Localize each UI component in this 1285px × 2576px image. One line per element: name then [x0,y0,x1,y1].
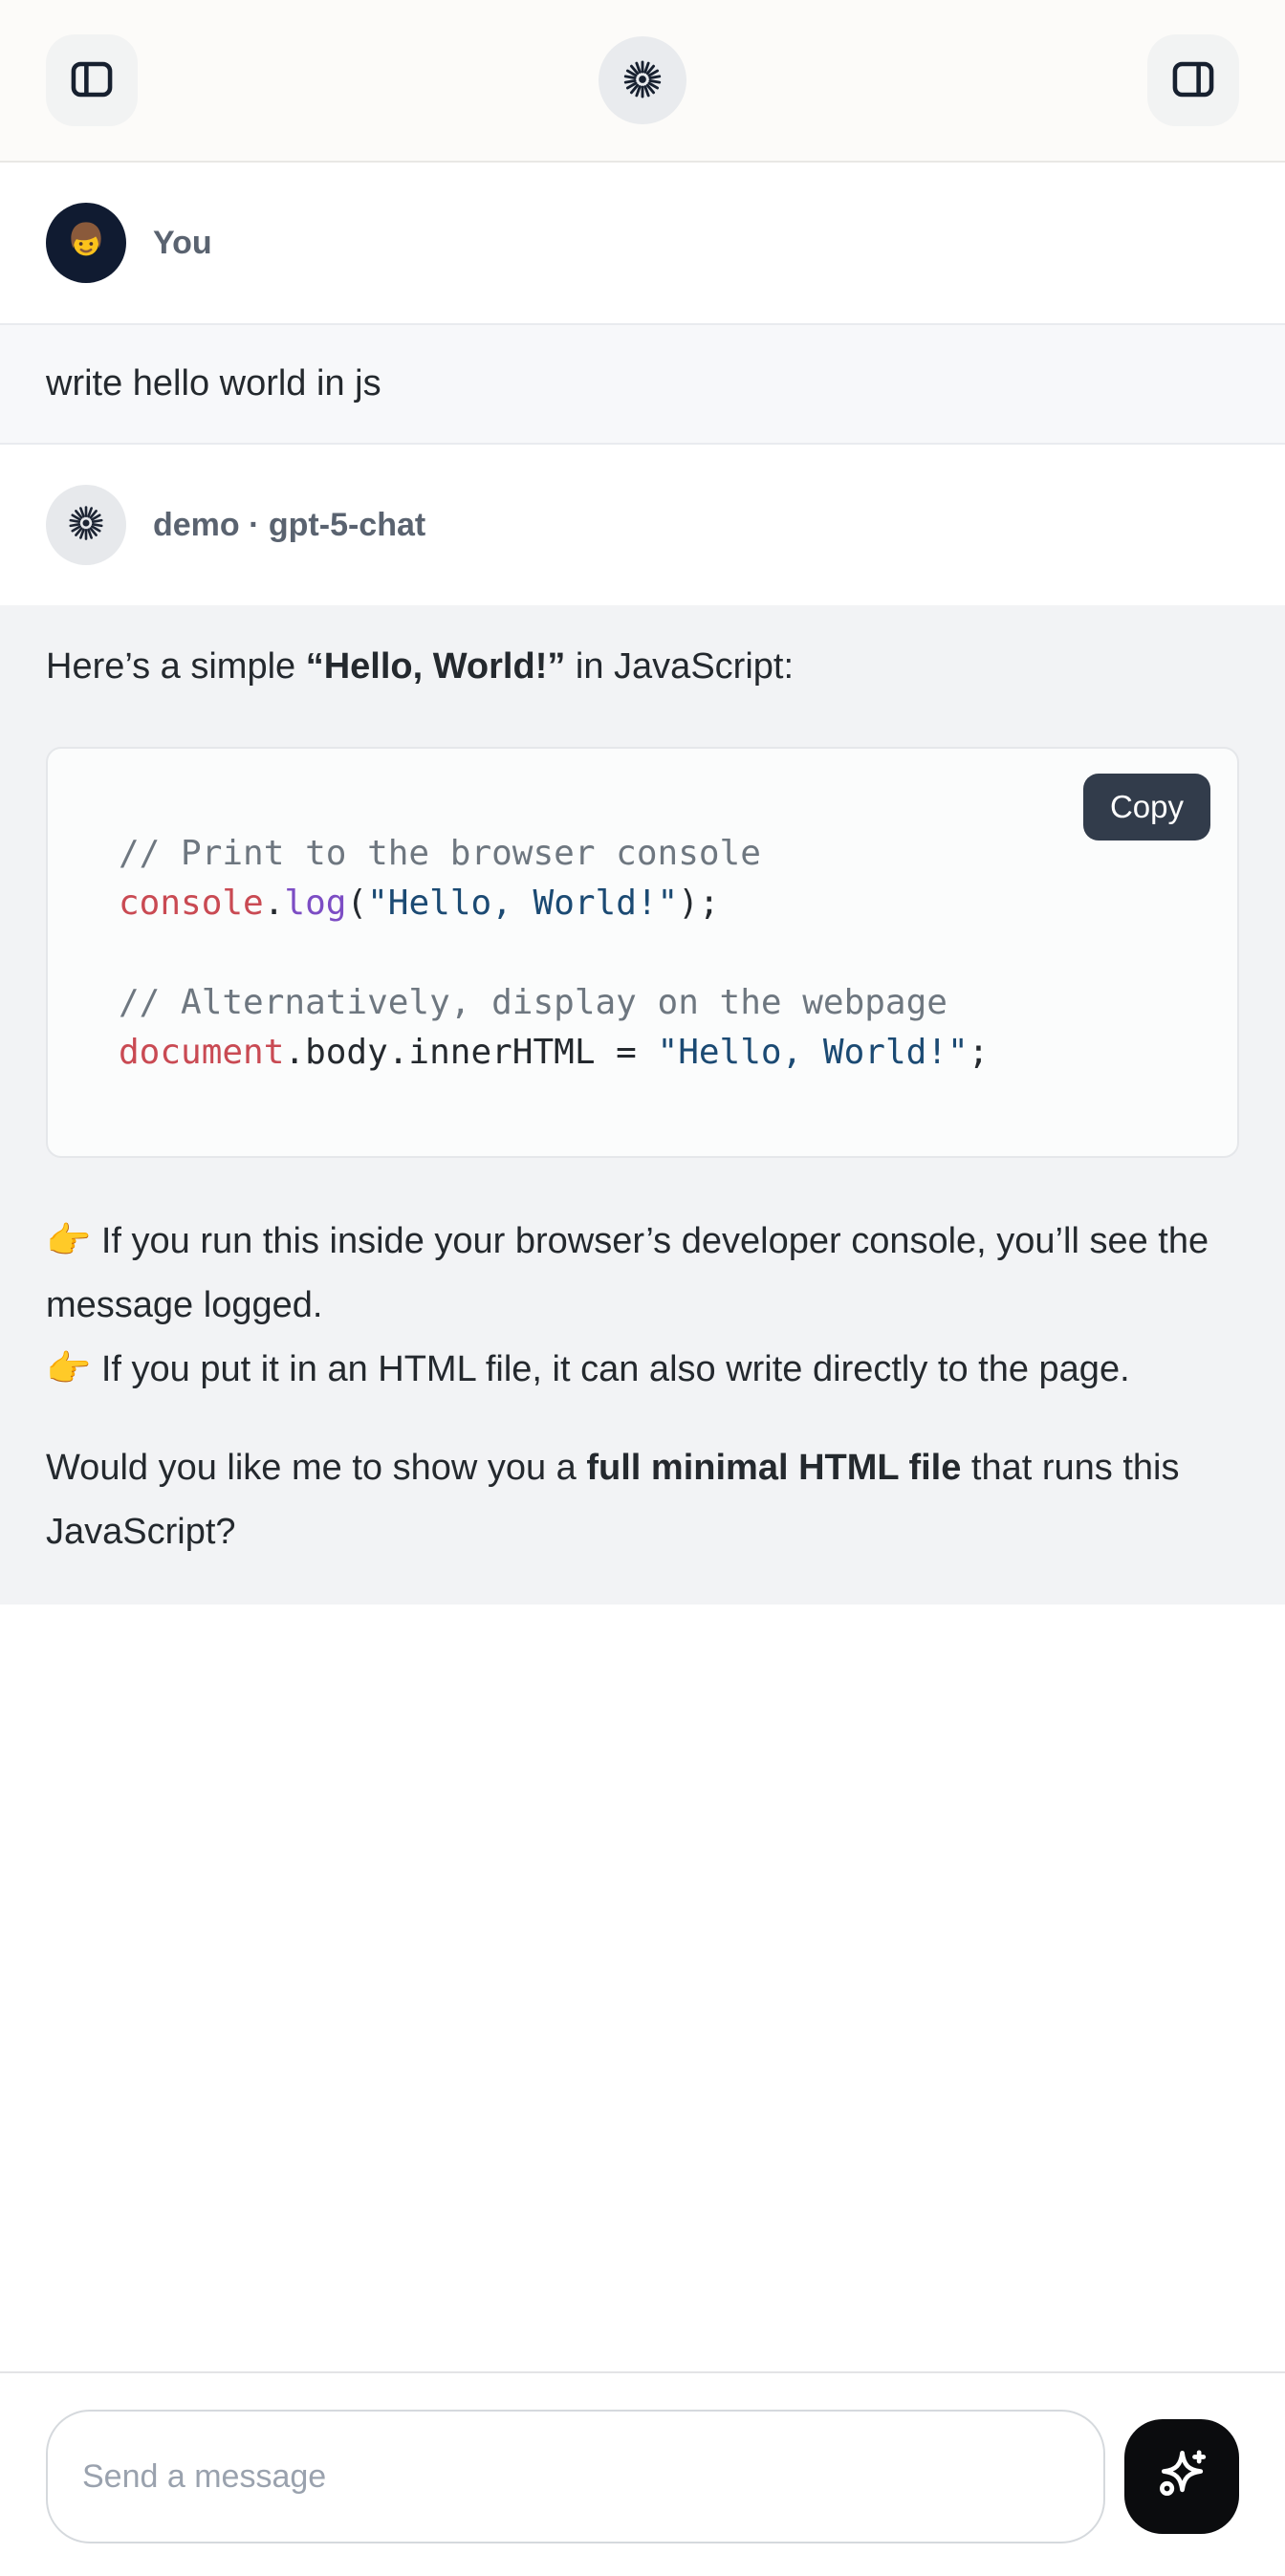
copy-code-button[interactable]: Copy [1083,774,1210,840]
user-message-header: You [0,163,1285,323]
assistant-avatar [46,485,126,565]
assistant-sender-label: demo · gpt-5-chat [153,507,425,544]
user-sender-label: You [153,225,212,262]
user-message-body: write hello world in js [0,323,1285,445]
assistant-intro-paragraph: Here’s a simple “Hello, World!” in JavaS… [46,640,1239,693]
assistant-message-body: Here’s a simple “Hello, World!” in JavaS… [0,605,1285,1605]
sidebar-right-icon [1168,55,1218,107]
user-message-text: write hello world in js [46,363,381,404]
code-content: // Print to the browser consoleconsole.l… [119,829,1199,1078]
send-button[interactable] [1124,2419,1239,2534]
starburst-icon [621,57,664,104]
assistant-question-paragraph: Would you like me to show you a full min… [46,1436,1239,1564]
content-spacer [0,1605,1285,2371]
assistant-message-header: demo · gpt-5-chat [0,445,1285,605]
top-bar [0,0,1285,163]
sidebar-left-icon [67,55,117,107]
model-button[interactable] [599,36,686,124]
composer [0,2371,1285,2576]
user-avatar [46,203,126,283]
sparkle-plus-icon [1150,2444,1213,2510]
person-avatar-icon [59,214,113,273]
message-input[interactable] [46,2410,1105,2543]
starburst-avatar-icon [66,503,106,548]
assistant-notes-paragraph: 👉 If you run this inside your browser’s … [46,1210,1239,1402]
code-block: Copy // Print to the browser consolecons… [46,747,1239,1158]
sidebar-toggle-button[interactable] [46,34,138,126]
panel-toggle-button[interactable] [1147,34,1239,126]
